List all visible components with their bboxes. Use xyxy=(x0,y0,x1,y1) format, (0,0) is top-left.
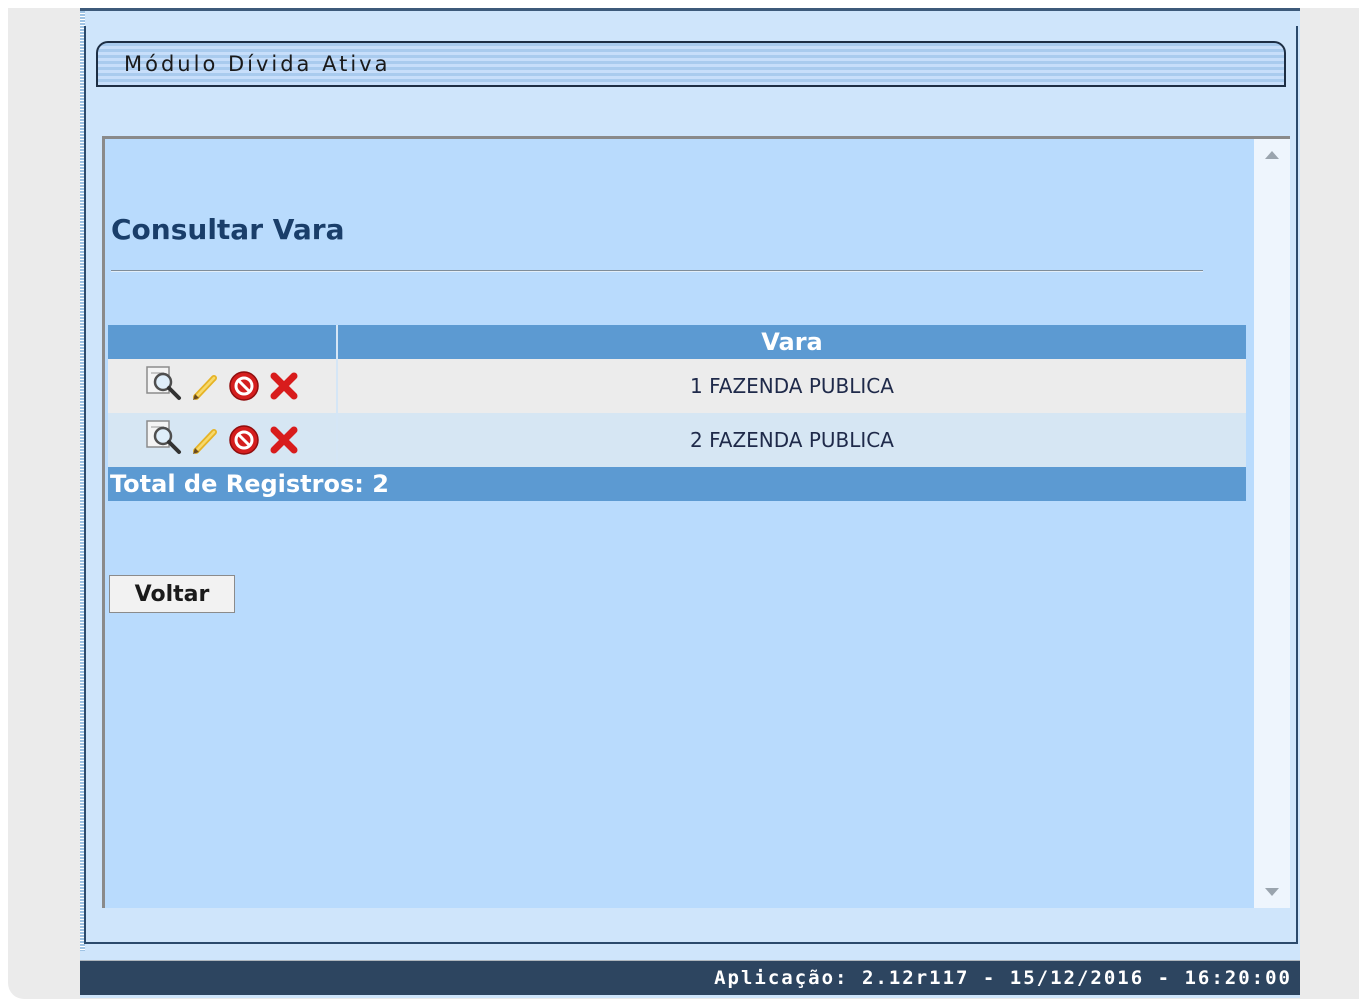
vara-table: Vara 1 FAZENDA PUBLICA 2 FAZENDA PUBLICA… xyxy=(108,325,1246,501)
row-actions xyxy=(108,359,338,413)
footer-bar: Aplicação: 2.12r117 - 15/12/2016 - 16:20… xyxy=(80,960,1300,995)
disable-icon[interactable] xyxy=(226,418,262,458)
application: Módulo Dívida Ativa Consultar Vara Vara xyxy=(80,8,1300,998)
edit-icon[interactable] xyxy=(190,418,220,458)
table-row: 1 FAZENDA PUBLICA xyxy=(108,359,1246,413)
delete-icon[interactable] xyxy=(268,418,300,458)
app-version-info: Aplicação: 2.12r117 - 15/12/2016 - 16:20… xyxy=(714,967,1292,989)
content-panel: Consultar Vara Vara 1 FAZENDA PUBLICA 2 … xyxy=(102,136,1290,908)
module-title: Módulo Dívida Ativa xyxy=(124,52,391,76)
vara-column-header: Vara xyxy=(337,325,1246,359)
page-title: Consultar Vara xyxy=(111,213,345,246)
vara-cell: 2 FAZENDA PUBLICA xyxy=(337,413,1246,467)
disable-icon[interactable] xyxy=(226,364,262,404)
total-row: Total de Registros: 2 xyxy=(108,467,1246,501)
module-header: Módulo Dívida Ativa xyxy=(96,41,1286,87)
actions-column-header xyxy=(108,325,338,359)
delete-icon[interactable] xyxy=(268,364,300,404)
vertical-scrollbar[interactable] xyxy=(1254,139,1290,908)
view-icon[interactable] xyxy=(144,364,184,404)
edit-icon[interactable] xyxy=(190,364,220,404)
title-divider xyxy=(111,270,1203,272)
total-records: Total de Registros: 2 xyxy=(108,467,1246,501)
table-header-row: Vara xyxy=(108,325,1246,359)
top-border xyxy=(80,8,1300,11)
table-row: 2 FAZENDA PUBLICA xyxy=(108,413,1246,467)
view-icon[interactable] xyxy=(144,418,184,458)
row-actions xyxy=(108,413,338,467)
vara-cell: 1 FAZENDA PUBLICA xyxy=(337,359,1246,413)
scroll-down-arrow-icon[interactable] xyxy=(1265,888,1279,896)
voltar-button[interactable]: Voltar xyxy=(109,575,235,613)
scroll-up-arrow-icon[interactable] xyxy=(1265,151,1279,159)
